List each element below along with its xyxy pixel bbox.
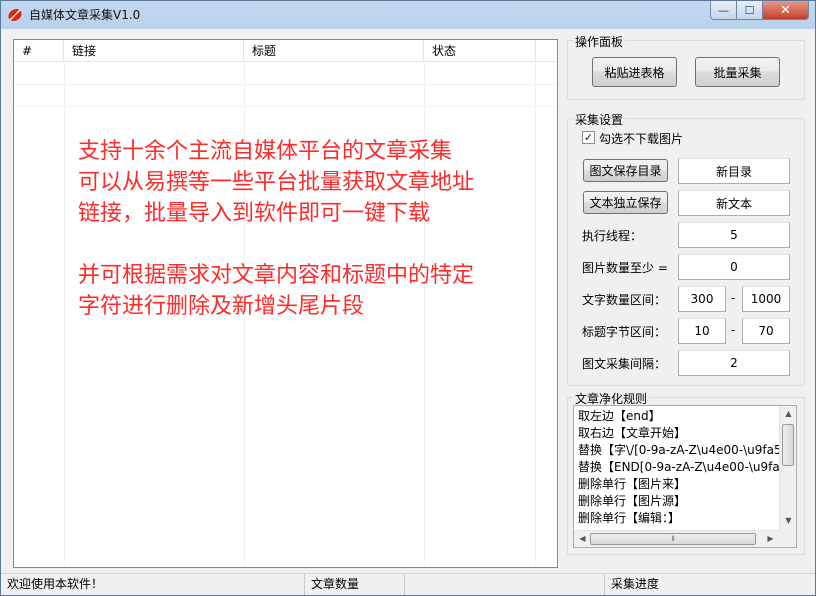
rule-line: 删除单行【图片来】 bbox=[578, 477, 687, 491]
promo-text: 支持十余个主流自媒体平台的文章采集 可以从易撰等一些平台批量获取文章地址 链接，… bbox=[78, 136, 474, 322]
grid-line bbox=[14, 106, 557, 107]
maximize-button[interactable]: ☐ bbox=[737, 1, 763, 20]
promo-line: 支持十余个主流自媒体平台的文章采集 bbox=[78, 139, 453, 164]
vertical-scrollbar[interactable]: ▲ ▼ bbox=[779, 406, 796, 530]
app-window: 自媒体文章采集V1.0 — ☐ ✕ # 链接 标题 状态 支持十余个主流自媒体平… bbox=[0, 0, 816, 596]
rule-line: 删除单行【图片源】 bbox=[578, 494, 687, 508]
scroll-down-icon[interactable]: ▼ bbox=[780, 516, 796, 525]
no-images-label[interactable]: 勾选不下载图片 bbox=[599, 130, 683, 147]
column-header-link[interactable]: 链接 bbox=[64, 40, 244, 62]
promo-line bbox=[78, 229, 474, 260]
image-dir-field[interactable]: 新目录 bbox=[678, 158, 790, 184]
min-images-label: 图片数量至少 = bbox=[582, 261, 668, 275]
list-header: # 链接 标题 状态 bbox=[14, 40, 557, 62]
rule-line: 取右边【文章开始】 bbox=[578, 426, 687, 440]
rule-line: 删除单行【编辑：】 bbox=[578, 511, 681, 525]
status-spacer bbox=[405, 574, 605, 595]
batch-collect-button[interactable]: 批量采集 bbox=[695, 57, 780, 87]
rules-textbox[interactable]: 取左边【end】 取右边【文章开始】 替换【字\/[0-9a-zA-Z\u4e0… bbox=[573, 405, 797, 548]
article-list[interactable]: # 链接 标题 状态 支持十余个主流自媒体平台的文章采集 可以从易撰等一些平台批… bbox=[13, 39, 558, 568]
window-title: 自媒体文章采集V1.0 bbox=[29, 8, 141, 22]
word-min-field[interactable]: 300 bbox=[678, 286, 726, 312]
title-min-field[interactable]: 10 bbox=[678, 318, 726, 344]
close-button[interactable]: ✕ bbox=[763, 1, 809, 20]
title-bar[interactable]: 自媒体文章采集V1.0 — ☐ ✕ bbox=[1, 1, 815, 29]
min-images-field[interactable]: 0 bbox=[678, 254, 790, 280]
range-separator: - bbox=[731, 291, 736, 305]
rule-line: 取左边【end】 bbox=[578, 409, 661, 423]
no-images-checkbox[interactable]: ✓ bbox=[582, 131, 595, 144]
column-header-index[interactable]: # bbox=[14, 40, 64, 62]
promo-line: 可以从易撰等一些平台批量获取文章地址 bbox=[78, 170, 475, 195]
status-bar: 欢迎使用本软件！ 文章数量 采集进度 bbox=[1, 573, 815, 595]
status-article-count: 文章数量 bbox=[305, 574, 405, 595]
operation-panel: 操作面板 粘贴进表格 批量采集 bbox=[567, 33, 805, 100]
promo-line: 并可根据需求对文章内容和标题中的特定 bbox=[78, 263, 475, 288]
interval-field[interactable]: 2 bbox=[678, 350, 790, 376]
threads-field[interactable]: 5 bbox=[678, 222, 790, 248]
leaf-icon bbox=[8, 8, 22, 22]
grid-line bbox=[535, 62, 536, 567]
promo-line: 链接，批量导入到软件即可一键下载 bbox=[78, 201, 431, 226]
promo-line: 字符进行删除及新增头尾片段 bbox=[78, 294, 365, 319]
text-save-field[interactable]: 新文本 bbox=[678, 190, 790, 216]
scroll-left-icon[interactable]: ◀ bbox=[574, 534, 591, 543]
rule-line: 替换【END[0-9a-zA-Z\u4e00-\u9fa bbox=[578, 460, 780, 474]
minimize-button[interactable]: — bbox=[710, 1, 737, 20]
word-max-field[interactable]: 1000 bbox=[742, 286, 790, 312]
image-dir-button[interactable]: 图文保存目录 bbox=[583, 159, 668, 182]
scroll-right-icon[interactable]: ▶ bbox=[762, 534, 779, 543]
scroll-up-icon[interactable]: ▲ bbox=[780, 409, 796, 418]
threads-label: 执行线程： bbox=[582, 229, 643, 243]
horizontal-scrollbar[interactable]: ◀ ⦀ ▶ bbox=[574, 530, 779, 547]
grid-line bbox=[14, 84, 557, 85]
column-header-status[interactable]: 状态 bbox=[424, 40, 536, 62]
horizontal-scroll-thumb[interactable]: ⦀ bbox=[590, 533, 756, 545]
rule-line: 替换【字\/[0-9a-zA-Z\u4e00-\u9fa5 bbox=[578, 443, 782, 457]
text-save-button[interactable]: 文本独立保存 bbox=[583, 191, 668, 214]
collection-settings: 采集设置 ✓ 勾选不下载图片 图文保存目录 新目录 文本独立保存 新文本 执行线… bbox=[567, 111, 805, 386]
interval-label: 图文采集间隔： bbox=[582, 357, 667, 371]
title-range-label: 标题字节区间： bbox=[582, 325, 667, 339]
status-progress: 采集进度 bbox=[611, 577, 660, 591]
range-separator: - bbox=[731, 323, 736, 337]
paste-to-table-button[interactable]: 粘贴进表格 bbox=[592, 57, 677, 87]
settings-title: 采集设置 bbox=[573, 111, 626, 128]
operation-panel-title: 操作面板 bbox=[573, 33, 626, 50]
grid-line bbox=[64, 62, 65, 567]
status-welcome: 欢迎使用本软件！ bbox=[1, 574, 305, 595]
word-range-label: 文字数量区间： bbox=[582, 293, 667, 307]
scroll-corner bbox=[779, 530, 796, 547]
title-max-field[interactable]: 70 bbox=[742, 318, 790, 344]
column-header-title[interactable]: 标题 bbox=[244, 40, 424, 62]
vertical-scroll-thumb[interactable] bbox=[782, 424, 794, 466]
caption-buttons: — ☐ ✕ bbox=[710, 1, 809, 21]
